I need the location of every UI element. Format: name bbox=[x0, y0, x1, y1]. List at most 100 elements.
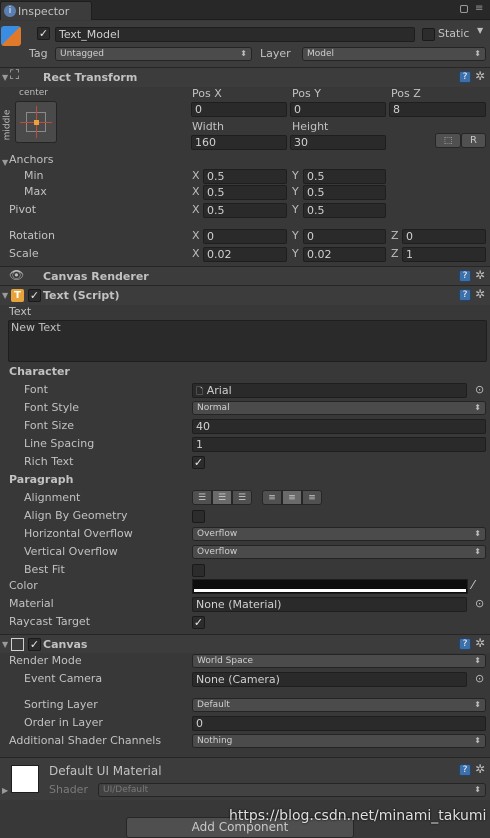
align-left-button[interactable]: ☰ bbox=[192, 490, 212, 505]
font-size-field[interactable]: 40 bbox=[192, 419, 486, 434]
posx-label: Pos X bbox=[192, 87, 222, 100]
align-bottom-button[interactable]: ≡ bbox=[302, 490, 322, 505]
gear-icon[interactable]: ✲ bbox=[475, 268, 485, 282]
shader-channels-dropdown[interactable]: Nothing ⬍ bbox=[192, 734, 486, 748]
anchor-preset-button[interactable] bbox=[15, 101, 57, 143]
rot-y-field[interactable]: 0 bbox=[303, 229, 386, 244]
v-overflow-dropdown[interactable]: Overflow ⬍ bbox=[192, 545, 486, 559]
scale-y-field[interactable]: 0.02 bbox=[303, 247, 386, 262]
name-field[interactable]: Text_Model bbox=[55, 27, 415, 42]
scale-y-axis: Y bbox=[292, 247, 299, 260]
v-overflow-label: Vertical Overflow bbox=[24, 545, 118, 558]
min-y-field[interactable]: 0.5 bbox=[303, 169, 386, 184]
help-icon[interactable]: ? bbox=[459, 764, 471, 776]
fold-icon[interactable]: ▼ bbox=[2, 291, 8, 300]
posy-field[interactable]: 0 bbox=[290, 102, 386, 117]
fold-icon[interactable]: ▼ bbox=[2, 73, 8, 82]
pivot-y-field[interactable]: 0.5 bbox=[303, 203, 386, 218]
h-overflow-dropdown[interactable]: Overflow ⬍ bbox=[192, 527, 486, 541]
event-camera-field[interactable]: None (Camera) bbox=[192, 672, 467, 687]
gear-icon[interactable]: ✲ bbox=[475, 762, 485, 776]
fold-icon[interactable]: ▼ bbox=[2, 640, 8, 649]
tag-dropdown[interactable]: Untagged ⬍ bbox=[55, 47, 252, 61]
blueprint-mode-button[interactable]: ⬚ bbox=[435, 133, 461, 148]
color-field[interactable] bbox=[192, 579, 468, 594]
posx-field[interactable]: 0 bbox=[191, 102, 287, 117]
help-icon[interactable]: ? bbox=[459, 270, 471, 282]
raw-edit-button[interactable]: R bbox=[461, 133, 486, 148]
font-field[interactable]: 🗋 Arial bbox=[192, 383, 467, 398]
text-enabled-checkbox[interactable]: ✓ bbox=[28, 289, 41, 302]
static-dropdown-icon[interactable]: ▼ bbox=[477, 26, 483, 35]
scale-z-field[interactable]: 1 bbox=[402, 247, 486, 262]
align-geometry-checkbox[interactable] bbox=[192, 510, 205, 523]
align-middle-icon: ≡ bbox=[288, 493, 296, 503]
align-top-button[interactable]: ≡ bbox=[262, 490, 282, 505]
lock-icon[interactable] bbox=[460, 5, 468, 13]
tab-title: Inspector bbox=[18, 5, 70, 18]
text-script-title: Text (Script) bbox=[43, 289, 120, 302]
tab-inspector[interactable]: i Inspector bbox=[0, 1, 92, 20]
anchors-label: Anchors bbox=[9, 153, 54, 166]
layer-dropdown[interactable]: Model ⬍ bbox=[302, 47, 486, 61]
gear-icon[interactable]: ✲ bbox=[475, 636, 485, 650]
max-y-field[interactable]: 0.5 bbox=[303, 185, 386, 200]
align-right-button[interactable]: ☰ bbox=[232, 490, 252, 505]
raycast-checkbox[interactable]: ✓ bbox=[192, 616, 205, 629]
material-title: Default UI Material bbox=[49, 764, 162, 778]
chevron-icon: ⬍ bbox=[474, 547, 481, 556]
align-center-button[interactable]: ☰ bbox=[212, 490, 232, 505]
menu-icon[interactable]: ≡ bbox=[475, 3, 483, 14]
text-area[interactable]: New Text bbox=[8, 320, 487, 362]
object-picker-icon[interactable]: ⊙ bbox=[475, 383, 484, 396]
eyedropper-icon[interactable]: ⁄ bbox=[472, 578, 474, 592]
width-field[interactable]: 160 bbox=[191, 135, 287, 150]
sorting-layer-value: Default bbox=[197, 700, 230, 710]
align-middle-button[interactable]: ≡ bbox=[282, 490, 302, 505]
max-x-field[interactable]: 0.5 bbox=[203, 185, 287, 200]
pivot-x-axis: X bbox=[192, 203, 200, 216]
canvas-enabled-checkbox[interactable]: ✓ bbox=[28, 638, 41, 651]
line-spacing-label: Line Spacing bbox=[24, 437, 95, 450]
height-field[interactable]: 30 bbox=[290, 135, 386, 150]
render-mode-dropdown[interactable]: World Space ⬍ bbox=[192, 654, 486, 668]
best-fit-label: Best Fit bbox=[24, 563, 65, 576]
rot-x-field[interactable]: 0 bbox=[203, 229, 287, 244]
rich-text-checkbox[interactable]: ✓ bbox=[192, 456, 205, 469]
max-x-axis: X bbox=[192, 185, 200, 198]
align-right-icon: ☰ bbox=[237, 493, 247, 503]
posz-field[interactable]: 8 bbox=[389, 102, 486, 117]
static-checkbox[interactable] bbox=[422, 28, 435, 41]
font-style-dropdown[interactable]: Normal ⬍ bbox=[192, 401, 486, 415]
gear-icon[interactable]: ✲ bbox=[475, 287, 485, 301]
material-field[interactable]: None (Material) bbox=[192, 597, 467, 612]
align-top-icon: ≡ bbox=[268, 493, 276, 503]
chevron-icon: ⬍ bbox=[474, 736, 481, 745]
min-x-field[interactable]: 0.5 bbox=[203, 169, 287, 184]
sorting-layer-dropdown[interactable]: Default ⬍ bbox=[192, 698, 486, 712]
order-field[interactable]: 0 bbox=[192, 716, 486, 731]
width-label: Width bbox=[192, 120, 224, 133]
help-icon[interactable]: ? bbox=[459, 289, 471, 301]
pivot-x-field[interactable]: 0.5 bbox=[203, 203, 287, 218]
eye-icon: 👁 bbox=[9, 268, 25, 282]
fold-icon[interactable]: ▶ bbox=[2, 786, 8, 795]
scale-x-field[interactable]: 0.02 bbox=[203, 247, 287, 262]
rotation-label: Rotation bbox=[9, 229, 56, 242]
active-checkbox[interactable]: ✓ bbox=[37, 27, 50, 40]
best-fit-checkbox[interactable] bbox=[192, 564, 205, 577]
blueprint-icon: ⬚ bbox=[443, 136, 453, 146]
anchors-fold-icon[interactable]: ▼ bbox=[2, 158, 8, 167]
shader-dropdown[interactable]: UI/Default ⬍ bbox=[98, 783, 486, 797]
object-picker-icon[interactable]: ⊙ bbox=[475, 597, 484, 610]
watermark: https://blog.csdn.net/minami_takumi bbox=[229, 808, 487, 824]
scale-x-axis: X bbox=[192, 247, 200, 260]
gear-icon[interactable]: ✲ bbox=[475, 69, 485, 83]
paragraph-heading: Paragraph bbox=[9, 473, 74, 486]
line-spacing-field[interactable]: 1 bbox=[192, 437, 486, 452]
rot-z-field[interactable]: 0 bbox=[402, 229, 486, 244]
help-icon[interactable]: ? bbox=[459, 71, 471, 83]
font-style-label: Font Style bbox=[24, 401, 80, 414]
object-picker-icon[interactable]: ⊙ bbox=[475, 672, 484, 685]
help-icon[interactable]: ? bbox=[459, 638, 471, 650]
